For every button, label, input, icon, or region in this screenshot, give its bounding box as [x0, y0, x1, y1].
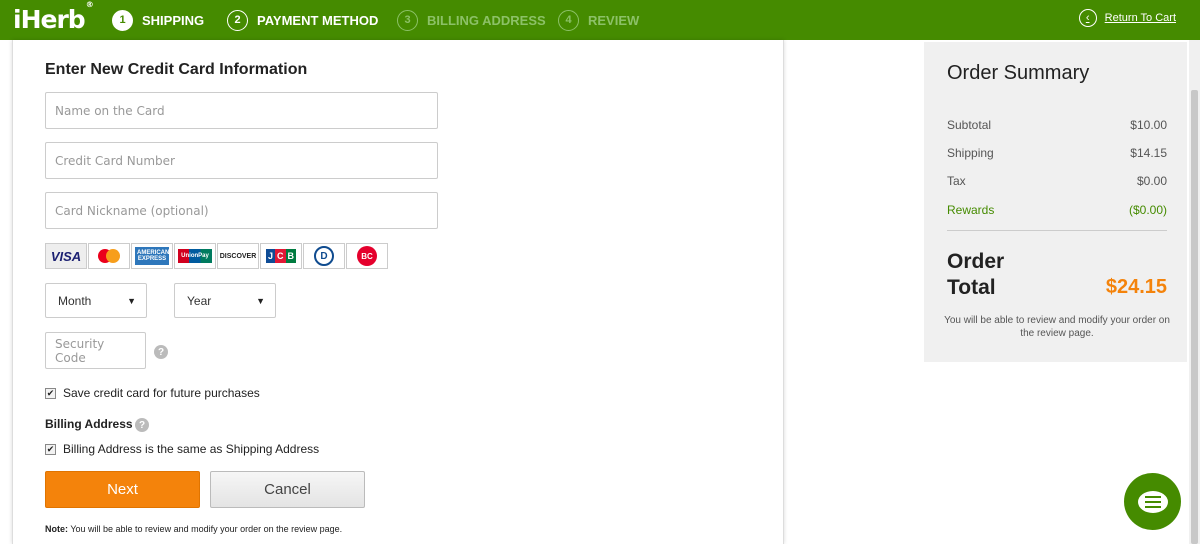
- checkbox-checked-icon[interactable]: ✔: [45, 443, 56, 455]
- unionpay-icon: UnionPay: [174, 243, 216, 269]
- summary-row-rewards: Rewards ($0.00): [947, 203, 1167, 217]
- billing-address-heading: Billing Address: [45, 417, 133, 431]
- bc-card-icon: BC: [346, 243, 388, 269]
- discover-icon: DISCOVER: [217, 243, 259, 269]
- step-label: SHIPPING: [142, 12, 205, 28]
- cancel-button[interactable]: Cancel: [210, 471, 365, 508]
- step-label: PAYMENT METHOD: [257, 12, 379, 28]
- review-note: Note: You will be able to review and mod…: [45, 524, 343, 534]
- form-title: Enter New Credit Card Information: [45, 61, 308, 78]
- scrollbar-thumb[interactable]: [1191, 90, 1198, 544]
- chat-button[interactable]: [1124, 473, 1181, 530]
- logo-text: iHerb: [13, 5, 86, 34]
- card-nickname-input[interactable]: Card Nickname (optional): [45, 192, 438, 229]
- save-card-checkbox-row[interactable]: ✔ Save credit card for future purchases: [45, 386, 260, 400]
- expiry-year-select[interactable]: Year ▼: [174, 283, 276, 318]
- order-summary-title: Order Summary: [947, 62, 1090, 84]
- step-shipping[interactable]: 1 SHIPPING: [112, 9, 204, 31]
- save-card-label: Save credit card for future purchases: [63, 386, 260, 400]
- month-label: Month: [58, 293, 92, 308]
- step-number: 4: [558, 9, 579, 31]
- chevron-left-icon: ‹: [1078, 9, 1097, 27]
- summary-row-shipping: Shipping $14.15: [947, 146, 1167, 160]
- return-to-cart-label: Return To Cart: [1104, 12, 1176, 24]
- step-payment-method[interactable]: 2 PAYMENT METHOD: [227, 9, 378, 31]
- order-summary: Order Summary Subtotal $10.00 Shipping $14…: [924, 42, 1187, 362]
- summary-row-subtotal: Subtotal $10.00: [947, 118, 1167, 132]
- accepted-cards: VISA AMERICAN EXPRESS UnionPay DISCOVER …: [45, 243, 389, 269]
- mastercard-icon: [88, 243, 130, 269]
- question-mark-icon[interactable]: ?: [135, 418, 149, 432]
- summary-divider: [947, 230, 1167, 231]
- checkout-header: iHerb® 1 SHIPPING 2 PAYMENT METHOD 3 BIL…: [0, 0, 1200, 40]
- step-label: BILLING ADDRESS: [427, 12, 546, 28]
- security-code-input[interactable]: Security Code: [45, 332, 146, 369]
- visa-icon: VISA: [45, 243, 87, 269]
- billing-same-label: Billing Address is the same as Shipping …: [63, 442, 320, 456]
- year-label: Year: [187, 293, 212, 308]
- order-total-value: $24.15: [1105, 276, 1167, 298]
- next-button[interactable]: Next: [45, 471, 200, 508]
- page-scrollbar[interactable]: [1189, 40, 1200, 544]
- logo-registered-mark: ®: [85, 0, 94, 9]
- jcb-icon: JCB: [260, 243, 302, 269]
- step-label: REVIEW: [588, 12, 640, 28]
- return-to-cart-link[interactable]: ‹ Return To Cart: [1078, 9, 1176, 27]
- step-number: 3: [397, 9, 418, 31]
- caret-down-icon: ▼: [256, 295, 265, 306]
- credit-card-form: Enter New Credit Card Information Name o…: [12, 40, 784, 544]
- name-on-card-input[interactable]: Name on the Card: [45, 92, 438, 129]
- expiry-month-select[interactable]: Month ▼: [45, 283, 147, 318]
- step-number: 2: [227, 9, 248, 31]
- question-mark-icon[interactable]: ?: [154, 345, 168, 359]
- amex-icon: AMERICAN EXPRESS: [131, 243, 173, 269]
- iherb-logo[interactable]: iHerb®: [13, 0, 94, 34]
- caret-down-icon: ▼: [127, 295, 136, 306]
- credit-card-number-input[interactable]: Credit Card Number: [45, 142, 438, 179]
- step-review: 4 REVIEW: [558, 9, 639, 31]
- diners-club-icon: D: [303, 243, 345, 269]
- summary-row-tax: Tax $0.00: [947, 174, 1167, 188]
- summary-note: You will be able to review and modify yo…: [944, 315, 1170, 339]
- step-billing-address: 3 BILLING ADDRESS: [397, 9, 546, 31]
- step-number: 1: [112, 9, 133, 31]
- chat-bubble-icon: [1137, 490, 1168, 513]
- billing-same-checkbox-row[interactable]: ✔ Billing Address is the same as Shippin…: [45, 442, 319, 456]
- order-total-label: Order Total: [947, 250, 1005, 299]
- checkbox-checked-icon[interactable]: ✔: [45, 387, 56, 399]
